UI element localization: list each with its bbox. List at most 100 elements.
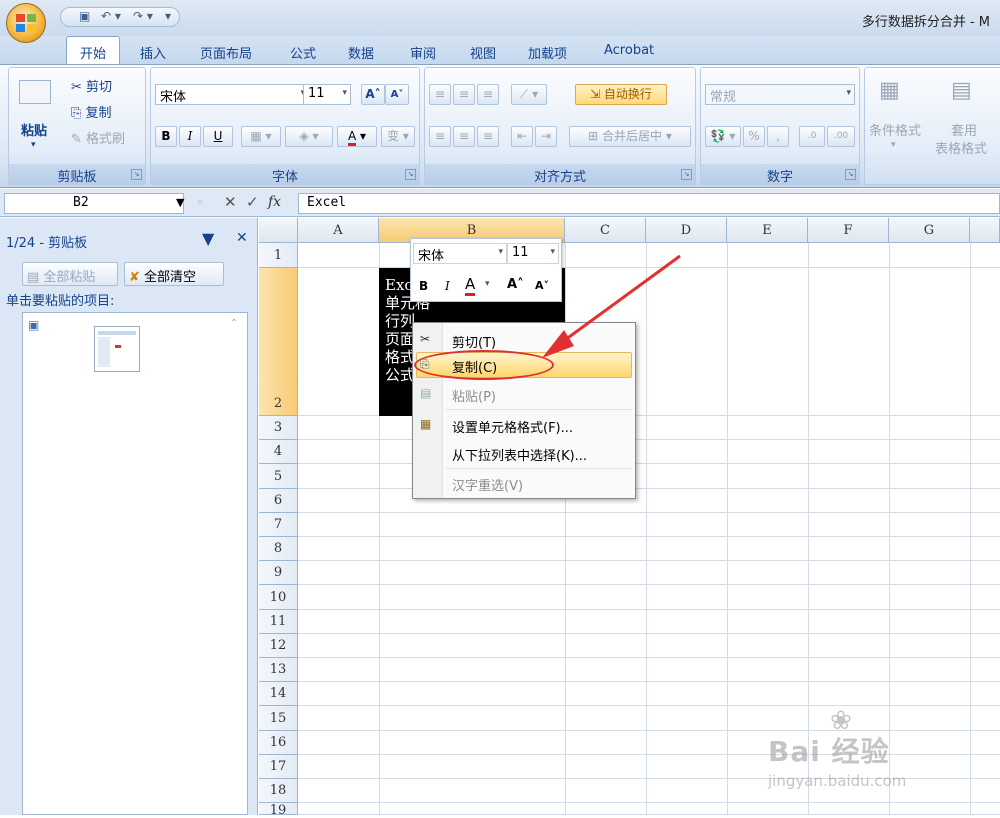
insert-function-icon[interactable]: fx: [268, 194, 281, 210]
increase-decimal-button[interactable]: .0: [799, 126, 825, 147]
paste-dropdown-icon[interactable]: ▾: [31, 140, 36, 150]
align-top-button[interactable]: ≡: [429, 84, 451, 105]
align-bottom-button[interactable]: ≡: [477, 84, 499, 105]
tab-page-layout[interactable]: 页面布局: [200, 41, 252, 65]
row-header[interactable]: 17: [259, 755, 298, 779]
increase-indent-button[interactable]: ⇥: [535, 126, 557, 147]
font-name-combo[interactable]: 宋体▾: [155, 84, 309, 105]
align-right-button[interactable]: ≡: [477, 126, 499, 147]
grow-font-button[interactable]: A˄: [361, 84, 385, 105]
clipboard-item-thumbnail[interactable]: [94, 326, 140, 372]
clear-all-button[interactable]: ✘ 全部清空: [124, 262, 224, 286]
tab-formulas[interactable]: 公式: [290, 41, 316, 65]
customize-qat-icon[interactable]: ▾: [165, 9, 171, 23]
conditional-format-button[interactable]: 条件格式: [869, 120, 921, 139]
mini-font-color-button[interactable]: A: [465, 275, 476, 296]
orientation-button[interactable]: ⟋ ▾: [511, 84, 547, 105]
phonetic-button[interactable]: 变 ▾: [381, 126, 415, 147]
row-header[interactable]: 1: [259, 243, 298, 268]
borders-button[interactable]: ▦ ▾: [241, 126, 281, 147]
row-header[interactable]: 5: [259, 464, 298, 489]
align-center-button[interactable]: ≡: [453, 126, 475, 147]
row-header[interactable]: 11: [259, 610, 298, 634]
mini-italic-button[interactable]: I: [445, 279, 450, 293]
row-header[interactable]: 2: [259, 268, 298, 416]
row-header[interactable]: 8: [259, 537, 298, 561]
redo-icon[interactable]: ↷ ▾: [133, 9, 153, 23]
fill-color-button[interactable]: ◈ ▾: [285, 126, 333, 147]
paste-button[interactable]: 粘贴: [21, 120, 47, 139]
wrap-text-button[interactable]: ⇲ 自动换行: [575, 84, 667, 105]
align-middle-button[interactable]: ≡: [453, 84, 475, 105]
font-launcher-icon[interactable]: ↘: [405, 169, 416, 180]
column-header-a[interactable]: A: [298, 218, 379, 243]
column-header-f[interactable]: F: [808, 218, 889, 243]
tab-insert[interactable]: 插入: [140, 41, 166, 65]
name-box-dropdown-icon[interactable]: ▼: [176, 196, 184, 209]
copy-button[interactable]: ⎘ 复制: [71, 102, 112, 121]
row-header[interactable]: 15: [259, 706, 298, 731]
tab-home[interactable]: 开始: [66, 36, 120, 66]
tab-acrobat[interactable]: Acrobat: [604, 41, 654, 65]
row-header[interactable]: 16: [259, 731, 298, 755]
mini-grow-font-button[interactable]: A˄: [507, 277, 524, 292]
decrease-decimal-button[interactable]: .00: [827, 126, 855, 147]
clipboard-item-list[interactable]: [22, 312, 248, 815]
bold-button[interactable]: B: [155, 126, 177, 147]
cancel-icon[interactable]: ✕: [224, 193, 237, 211]
column-header-e[interactable]: E: [727, 218, 808, 243]
row-header[interactable]: 19: [259, 803, 298, 818]
merge-center-button[interactable]: ⊞ 合并后居中 ▾: [569, 126, 691, 147]
select-all-corner[interactable]: [259, 218, 298, 243]
row-header[interactable]: 7: [259, 513, 298, 537]
tab-addins[interactable]: 加载项: [528, 41, 567, 65]
close-icon[interactable]: ✕: [236, 230, 248, 246]
scroll-up-icon[interactable]: ⌃: [230, 318, 238, 329]
row-header[interactable]: 14: [259, 682, 298, 706]
row-header[interactable]: 10: [259, 585, 298, 610]
column-header-d[interactable]: D: [646, 218, 727, 243]
clipboard-launcher-icon[interactable]: ↘: [131, 169, 142, 180]
decrease-indent-button[interactable]: ⇤: [511, 126, 533, 147]
percent-button[interactable]: %: [743, 126, 765, 147]
number-format-combo[interactable]: 常规 ▾: [705, 84, 855, 105]
table-format-line2[interactable]: 表格格式: [935, 138, 987, 157]
currency-button[interactable]: 💱 ▾: [705, 126, 741, 147]
pane-options-icon[interactable]: ▼: [202, 229, 214, 248]
row-header[interactable]: 18: [259, 779, 298, 803]
tab-data[interactable]: 数据: [348, 41, 374, 65]
row-header[interactable]: 3: [259, 416, 298, 440]
menu-item-format-cells[interactable]: 设置单元格格式(F)...: [452, 417, 573, 436]
menu-item-cut[interactable]: 剪切(T): [452, 332, 496, 351]
row-header[interactable]: 12: [259, 634, 298, 658]
mini-bold-button[interactable]: B: [419, 279, 428, 293]
column-header-partial[interactable]: [970, 218, 1000, 243]
italic-button[interactable]: I: [179, 126, 201, 147]
comma-button[interactable]: ,: [767, 126, 789, 147]
alignment-launcher-icon[interactable]: ↘: [681, 169, 692, 180]
format-painter-button[interactable]: ✎ 格式刷: [71, 128, 125, 147]
column-header-c[interactable]: C: [565, 218, 646, 243]
tab-review[interactable]: 审阅: [410, 41, 436, 65]
menu-item-reconversion[interactable]: 汉字重选(V): [452, 475, 523, 494]
font-size-combo[interactable]: 11 ▾: [303, 84, 351, 105]
menu-item-pick-from-list[interactable]: 从下拉列表中选择(K)...: [452, 445, 587, 464]
column-header-g[interactable]: G: [889, 218, 970, 243]
font-color-button[interactable]: A ▾: [337, 126, 377, 147]
row-header[interactable]: 13: [259, 658, 298, 682]
name-box[interactable]: B2: [4, 193, 184, 214]
formula-input[interactable]: Excel: [298, 193, 1000, 214]
chevron-down-icon[interactable]: ▾: [485, 279, 490, 289]
paste-all-button[interactable]: ▤ 全部粘贴: [22, 262, 118, 286]
row-header[interactable]: 4: [259, 440, 298, 464]
shrink-font-button[interactable]: A˅: [385, 84, 409, 105]
number-launcher-icon[interactable]: ↘: [845, 169, 856, 180]
enter-check-icon[interactable]: ✓: [246, 193, 259, 211]
table-format-line1[interactable]: 套用: [951, 120, 977, 139]
menu-item-paste[interactable]: 粘贴(P): [452, 386, 496, 405]
cut-button[interactable]: ✂ 剪切: [71, 76, 112, 95]
row-header[interactable]: 9: [259, 561, 298, 585]
tab-view[interactable]: 视图: [470, 41, 496, 65]
paste-icon[interactable]: [19, 80, 51, 104]
undo-icon[interactable]: ↶ ▾: [101, 9, 121, 23]
